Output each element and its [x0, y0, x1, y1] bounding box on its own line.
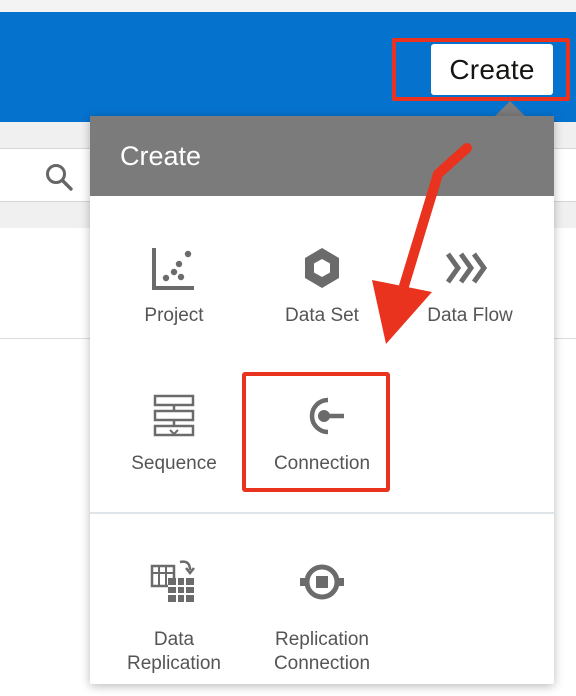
- create-data-replication-item[interactable]: Data Replication: [100, 530, 248, 674]
- popup-caret: [494, 101, 526, 117]
- side-field: [553, 148, 576, 202]
- chevrons-right-icon: [446, 252, 488, 284]
- create-data-replication-label: Data Replication: [100, 628, 248, 676]
- replication-connection-label-line2: Connection: [273, 653, 371, 674]
- scatter-chart-icon: [152, 248, 194, 290]
- create-button-highlight: [392, 38, 570, 101]
- hexagon-icon: [305, 248, 339, 288]
- popup-title: Create: [90, 116, 554, 196]
- create-sequence-item[interactable]: Sequence: [100, 364, 248, 494]
- screen: Create Create Project Data Set Data Flow…: [0, 0, 576, 696]
- create-replication-connection-label: Replication Connection: [248, 628, 396, 676]
- data-replication-label-line1: Data: [153, 629, 195, 650]
- create-dataset-label: Data Set: [285, 305, 359, 326]
- create-project-label: Project: [144, 305, 204, 326]
- popup-separator: [90, 512, 554, 514]
- replication-connection-icon: [300, 564, 344, 600]
- create-dataset-item[interactable]: Data Set: [248, 216, 396, 346]
- data-replication-label-line2: Replication: [127, 653, 221, 674]
- create-sequence-label: Sequence: [131, 453, 217, 474]
- create-replication-connection-item[interactable]: Replication Connection: [248, 530, 396, 674]
- search-icon[interactable]: [44, 162, 74, 192]
- data-replication-icon: [150, 560, 195, 602]
- create-project-item[interactable]: Project: [100, 216, 248, 346]
- create-dataflow-label: Data Flow: [427, 305, 513, 326]
- connection-highlight: [242, 372, 390, 492]
- create-dataflow-item[interactable]: Data Flow: [396, 216, 544, 346]
- sequence-icon: [153, 394, 195, 437]
- replication-connection-label-line1: Replication: [275, 629, 369, 650]
